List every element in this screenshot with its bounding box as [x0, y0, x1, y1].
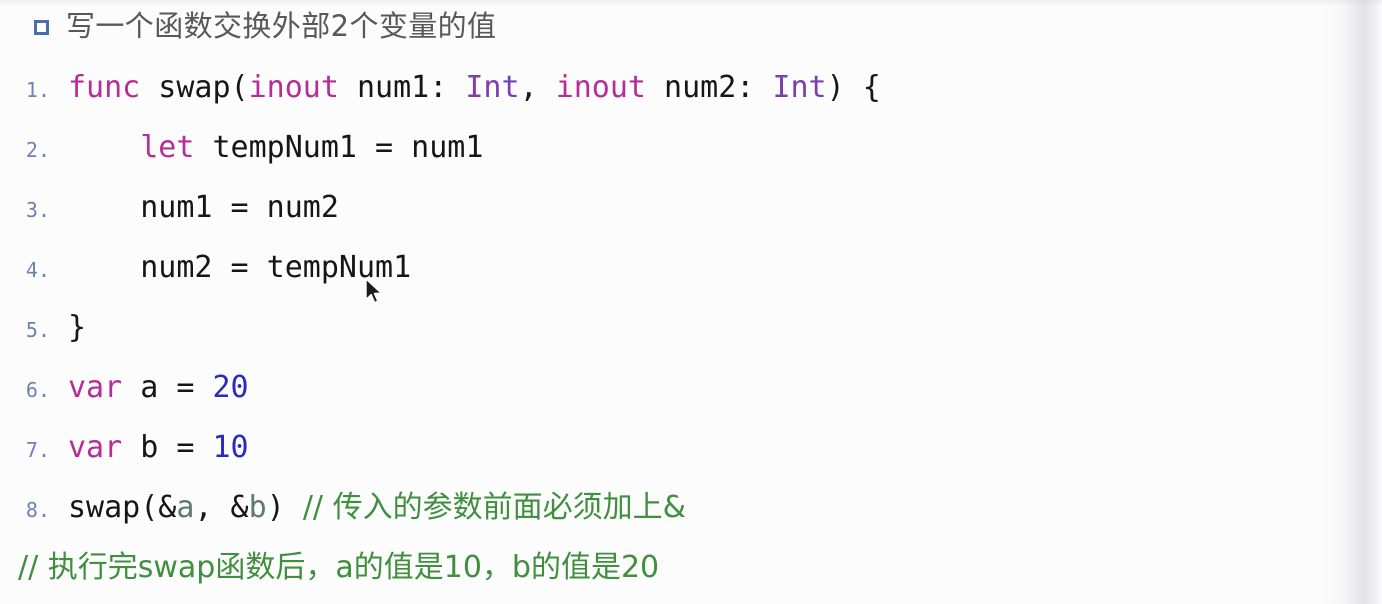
code-line-text: func swap(inout num1: Int, inout num2: I… — [68, 58, 1382, 118]
code-line-number: 8. — [25, 498, 50, 522]
code-line-text: num1 = num2 — [68, 178, 1382, 238]
code-token-plain: num2 = tempNum1 — [68, 250, 412, 285]
code-token-plain: num1 = num2 — [68, 190, 339, 225]
code-token-plain: tempNum1 = num1 — [194, 130, 484, 165]
hollow-square-bullet-icon — [34, 20, 49, 35]
code-listing: 1. func swap(inout num1: Int, inout num2:… — [0, 58, 1382, 598]
code-token-plain: swap(& — [68, 490, 177, 525]
code-line-text: let tempNum1 = num1 — [68, 118, 1382, 178]
code-token-keyword: let — [140, 130, 195, 165]
code-token-plain: , — [519, 70, 556, 105]
code-token-plain: , & — [194, 490, 249, 525]
slide-heading: 写一个函数交换外部2个变量的值 — [34, 6, 496, 46]
code-token-ident-dim: a — [176, 490, 195, 525]
code-line[interactable]: 5.} — [0, 298, 1382, 358]
code-line-number: 4. — [25, 258, 50, 282]
code-token-comment: // 传入的参数前面必须加上& — [302, 490, 686, 525]
code-line-number: 3. — [25, 198, 50, 222]
code-line-text: } — [68, 298, 1382, 358]
page-title: 写一个函数交换外部2个变量的值 — [66, 9, 497, 43]
code-line-number: 5. — [25, 318, 50, 342]
code-line-number: 1. — [25, 78, 50, 102]
code-line[interactable]: 2. let tempNum1 = num1 — [0, 118, 1382, 178]
code-token-keyword: inout — [555, 70, 646, 105]
code-token-keyword: func — [68, 70, 141, 105]
code-token-plain: ) { — [826, 70, 881, 105]
code-token-plain: num2: — [646, 70, 773, 105]
code-line-text: // 执行完swap函数后，a的值是10，b的值是20 — [18, 538, 1382, 598]
code-line[interactable]: 3. num1 = num2 — [0, 178, 1382, 238]
code-token-keyword: inout — [248, 70, 339, 105]
code-token-plain: ) — [266, 490, 303, 525]
code-line-text: num2 = tempNum1 — [68, 238, 1382, 298]
code-token-type: Int — [772, 70, 827, 105]
code-line-number: 6. — [25, 378, 50, 402]
code-token-number: 10 — [212, 430, 249, 465]
code-token-plain: num1: — [338, 70, 466, 105]
code-token-ident-dim: b — [248, 490, 267, 525]
code-line[interactable]: 6. var a = 20 — [0, 358, 1382, 418]
code-token-number: 20 — [212, 370, 249, 405]
code-line[interactable]: // 执行完swap函数后，a的值是10，b的值是20 — [0, 538, 1382, 598]
code-line-number: 2. — [25, 138, 50, 162]
code-line-text: var b = 10 — [68, 418, 1382, 478]
code-line-text: swap(&a, &b) // 传入的参数前面必须加上& — [68, 478, 1382, 538]
code-token-type: Int — [465, 70, 520, 105]
code-token-plain: swap( — [140, 70, 249, 105]
code-line-text: var a = 20 — [68, 358, 1382, 418]
code-line[interactable]: 4. num2 = tempNum1 — [0, 238, 1382, 298]
code-line[interactable]: 8. swap(&a, &b) // 传入的参数前面必须加上& — [0, 478, 1382, 538]
code-line-number: 7. — [25, 438, 50, 462]
code-line[interactable]: 7. var b = 10 — [0, 418, 1382, 478]
slide-canvas: 写一个函数交换外部2个变量的值 1. func swap(inout num1: … — [0, 0, 1382, 604]
code-token-plain: a = — [122, 370, 213, 405]
code-line[interactable]: 1. func swap(inout num1: Int, inout num2:… — [0, 58, 1382, 118]
code-token-keyword: var — [68, 370, 123, 405]
code-token-plain: } — [68, 310, 87, 345]
code-token-keyword: var — [68, 430, 123, 465]
code-token-plain: b = — [122, 430, 213, 465]
code-token-comment: // 执行完swap函数后，a的值是10，b的值是20 — [18, 550, 660, 585]
